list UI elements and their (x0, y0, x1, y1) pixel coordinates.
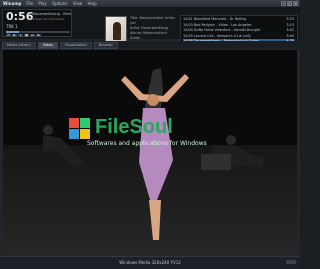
menu-play[interactable]: Play (38, 1, 46, 6)
playlist-row-duration: 3:42 (286, 28, 294, 32)
album-art-figure (113, 22, 121, 40)
tab-visualization[interactable]: Visualization (59, 41, 92, 49)
app-name: Winamp (3, 1, 22, 6)
playlist-row[interactable]: 10/03 Bad Religion - Video - Los Angeles… (183, 23, 295, 28)
eject-icon[interactable]: ⏏ (36, 34, 41, 37)
left-person-head (43, 125, 53, 135)
tab-video[interactable]: Video (37, 41, 58, 49)
close-icon[interactable]: × (293, 1, 298, 6)
playlist-row-duration: 3:23 (286, 17, 294, 21)
time-panel: 0:56 2 Dauerwehklang - Melancholisch Sch… (2, 9, 72, 37)
tab-browser[interactable]: Browser (93, 41, 118, 49)
tab-media-library[interactable]: Media Library (2, 41, 36, 49)
track-metadata: Title: Melancholisch Schön (ori Artist: … (130, 16, 178, 41)
pause-icon[interactable]: ⏸ (18, 34, 23, 37)
stop-icon[interactable]: ■ (24, 34, 29, 37)
bitrate-info: 128 kbps 44 kHz stereo (29, 17, 65, 21)
transport-controls: ⏮ ▶ ⏸ ■ ⏭ ⏏ (6, 34, 41, 37)
player-panel: 0:56 2 Dauerwehklang - Melancholisch Sch… (0, 7, 300, 45)
title-bar[interactable]: Winamp File Play Options View Help – □ × (0, 0, 300, 7)
playlist-row-label: 10/04 Dufte Farbe Valentine - Handel Bro… (183, 28, 261, 32)
menu-bar: File Play Options View Help (26, 1, 100, 6)
playlist-row-label: 10/05 Lacuna Coil - Heaven's A Lie (vid) (183, 33, 251, 38)
watermark-subtitle: Softwares and applications for Windows (87, 140, 207, 147)
album-art (105, 16, 127, 44)
video-format-text: Windows Media 320x240 YV12 (119, 260, 181, 265)
menu-file[interactable]: File (26, 1, 33, 6)
video-display[interactable]: FileSoul Softwares and applications for … (3, 50, 297, 254)
dancer-legs (149, 200, 161, 240)
playlist-row[interactable]: 10/05 Lacuna Coil - Heaven's A Lie (vid)… (183, 34, 295, 39)
menu-view[interactable]: View (73, 1, 83, 6)
playlist-row-label: 10/03 Bad Religion - Video - Los Angeles (183, 22, 252, 27)
playlist-row-label: 10/01 Blackfield Mermaid - Dr Rolling (183, 17, 247, 21)
dancer-head (147, 94, 159, 106)
playlist-row-duration: 3:15 (286, 22, 294, 27)
menu-options[interactable]: Options (52, 1, 67, 6)
player-window: Winamp File Play Options View Help – □ ×… (0, 0, 300, 269)
minimize-icon[interactable]: – (281, 1, 286, 6)
playlist-row-duration: 3:40 (286, 33, 294, 38)
previous-icon[interactable]: ⏮ (6, 34, 11, 37)
playlist-row[interactable]: 10/04 Dufte Farbe Valentine - Handel Bro… (183, 28, 295, 33)
dance-scene (43, 68, 265, 240)
windows-logo-icon (69, 118, 91, 140)
window-controls: – □ × (281, 1, 298, 6)
tab-bar: Media Library Video Visualization Browse… (0, 41, 300, 49)
watermark-text: FileSoul (95, 116, 173, 138)
now-playing-title: 2 Dauerwehklang - Melancholisch Schön (4… (29, 12, 71, 16)
next-icon[interactable]: ⏭ (30, 34, 35, 37)
right-person-head (226, 135, 236, 145)
menu-help[interactable]: Help (87, 1, 96, 6)
playlist-row[interactable]: 10/01 Blackfield Mermaid - Dr Rolling 3:2… (183, 17, 295, 22)
volume-slider[interactable] (286, 260, 296, 264)
track-label: TRK 1 (6, 24, 18, 29)
meta-title: Title: Melancholisch Schön (ori (130, 16, 175, 25)
right-table (201, 154, 231, 170)
status-bar: Windows Media 320x240 YV12 (0, 256, 300, 269)
meta-album: Album: Melancholisch Schön (130, 31, 168, 40)
maximize-icon[interactable]: □ (287, 1, 292, 6)
play-icon[interactable]: ▶ (12, 34, 17, 37)
